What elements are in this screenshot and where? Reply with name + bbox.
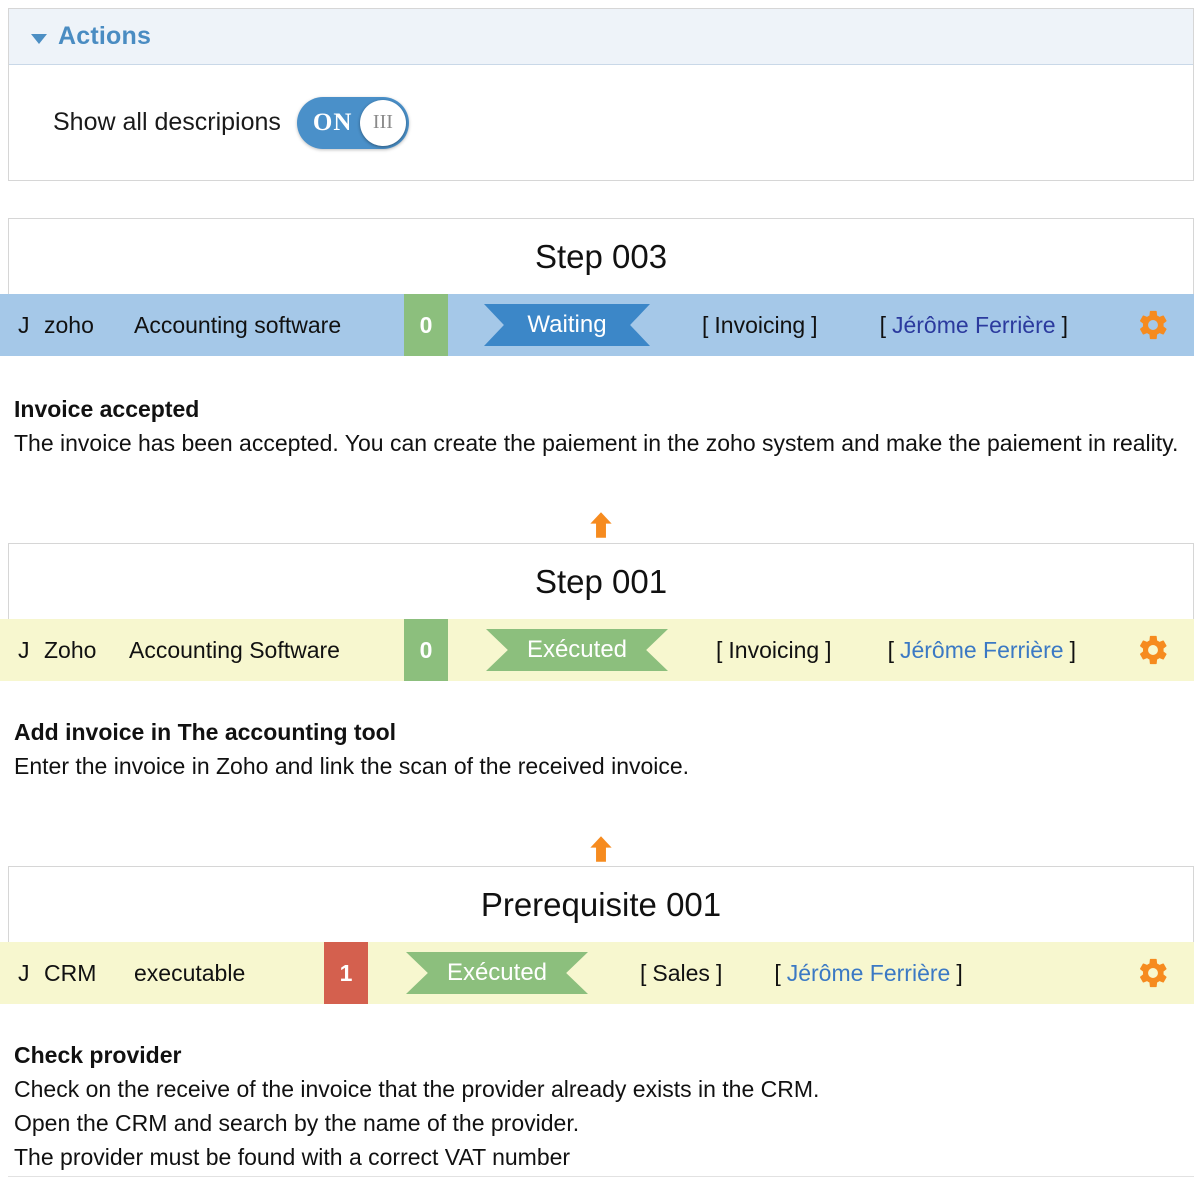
show-all-descriptions-toggle[interactable]: ON III — [296, 96, 409, 149]
step-person-0: [ Jérôme Ferrière ] — [880, 294, 1068, 356]
step-connector-0 — [0, 508, 1202, 542]
step-tag-text-2: Sales — [652, 959, 710, 986]
step-desc-title-2: Check provider — [14, 1042, 182, 1068]
step-settings-button-0[interactable] — [1136, 294, 1194, 356]
workflow-steps-page: Actions Show all descripions ON III Step… — [0, 0, 1202, 1182]
step-card-1: Step 001 J Zoho Accounting Software 0 Ex… — [0, 543, 1194, 681]
arrow-up-icon — [590, 836, 612, 862]
step-tag-2: [ Sales ] — [640, 942, 722, 1004]
step-system-desc-0: Accounting software — [134, 311, 342, 338]
caret-down-icon[interactable] — [31, 33, 47, 44]
gear-icon[interactable] — [1136, 956, 1170, 990]
step-settings-button-1[interactable] — [1136, 619, 1194, 681]
step-initial-0: J — [18, 311, 30, 338]
step-count-badge-0: 0 — [404, 294, 448, 356]
step-person-link-2[interactable]: Jérôme Ferrière — [781, 960, 957, 987]
step-meta-row-2: J CRM executable 1 Exécuted [ Sales ] [ … — [0, 942, 1194, 1004]
actions-panel-title: Actions — [58, 22, 152, 50]
step-tag-1: [ Invoicing ] — [716, 619, 832, 681]
step-system-2: CRM — [44, 959, 97, 986]
step-person-1: [ Jérôme Ferrière ] — [888, 619, 1076, 681]
step-system-desc-1: Accounting Software — [129, 636, 340, 663]
step-card-0: Step 003 J zoho Accounting software 0 Wa… — [0, 218, 1194, 356]
step-title-box-2: Prerequisite 001 — [8, 866, 1194, 942]
step-person-link-1[interactable]: Jérôme Ferrière — [894, 637, 1070, 664]
step-tag-close-2: ] — [715, 959, 723, 986]
step-status-ribbon-1: Exécuted — [486, 629, 668, 671]
step-description-1: Add invoice in The accounting tool Enter… — [14, 715, 1184, 783]
step-person-2: [ Jérôme Ferrière ] — [774, 942, 962, 1004]
step-title-box-0: Step 003 — [8, 218, 1194, 294]
toggle-knob[interactable]: III — [359, 99, 406, 146]
actions-panel-header[interactable]: Actions — [9, 9, 1193, 65]
gear-icon[interactable] — [1136, 633, 1170, 667]
step-title-2: Prerequisite 001 — [480, 885, 722, 923]
step-title-0: Step 003 — [534, 237, 668, 275]
toggle-state-text: ON — [312, 108, 353, 136]
step-card-2: Prerequisite 001 J CRM executable 1 Exéc… — [0, 866, 1194, 1004]
step-tag-text-1: Invoicing — [728, 636, 820, 663]
step-desc-line-1-0: Enter the invoice in Zoho and link the s… — [14, 753, 690, 779]
step-system-0: zoho — [44, 311, 94, 338]
step-desc-line-2-2: The provider must be found with a correc… — [14, 1144, 571, 1170]
gear-icon[interactable] — [1136, 308, 1170, 342]
step-status-ribbon-2: Exécuted — [406, 952, 588, 994]
step-status-ribbon-0: Waiting — [484, 304, 650, 346]
step-description-2: Check provider Check on the receive of t… — [14, 1038, 1184, 1174]
step-title-1: Step 001 — [534, 562, 668, 600]
step-system-desc-2: executable — [134, 959, 246, 986]
step-count-badge-2: 1 — [324, 942, 368, 1004]
step-title-box-1: Step 001 — [8, 543, 1194, 619]
step-count-badge-1: 0 — [404, 619, 448, 681]
step-system-1: Zoho — [44, 636, 97, 663]
step-settings-button-2[interactable] — [1136, 942, 1194, 1004]
step-initial-1: J — [18, 636, 30, 663]
step-person-close-0: ] — [1061, 311, 1068, 338]
step-person-link-0[interactable]: Jérôme Ferrière — [886, 312, 1062, 339]
step-desc-line-0-0: The invoice has been accepted. You can c… — [14, 430, 1179, 456]
step-description-0: Invoice accepted The invoice has been ac… — [14, 392, 1184, 460]
step-tag-close-0: ] — [811, 311, 818, 338]
actions-panel-body: Show all descripions ON III — [9, 65, 1193, 180]
step-desc-line-2-1: Open the CRM and search by the name of t… — [14, 1110, 580, 1136]
step-connector-1 — [0, 832, 1202, 866]
step-desc-title-0: Invoice accepted — [14, 396, 200, 422]
step-meta-row-1: J Zoho Accounting Software 0 Exécuted [ … — [0, 619, 1194, 681]
step-tag-text-0: Invoicing — [714, 311, 806, 338]
actions-panel: Actions Show all descripions ON III — [8, 8, 1194, 181]
step-desc-line-2-0: Check on the receive of the invoice that… — [14, 1076, 820, 1102]
step-initial-2: J — [18, 959, 30, 986]
step-person-close-1: ] — [1069, 636, 1076, 663]
show-all-descriptions-label: Show all descripions — [53, 108, 281, 136]
step-person-close-2: ] — [956, 959, 963, 986]
step-meta-row-0: J zoho Accounting software 0 Waiting [ I… — [0, 294, 1194, 356]
step-tag-close-1: ] — [825, 636, 832, 663]
bottom-divider — [8, 1176, 1194, 1177]
step-desc-title-1: Add invoice in The accounting tool — [14, 719, 397, 745]
step-tag-0: [ Invoicing ] — [702, 294, 818, 356]
arrow-up-icon — [590, 512, 612, 538]
